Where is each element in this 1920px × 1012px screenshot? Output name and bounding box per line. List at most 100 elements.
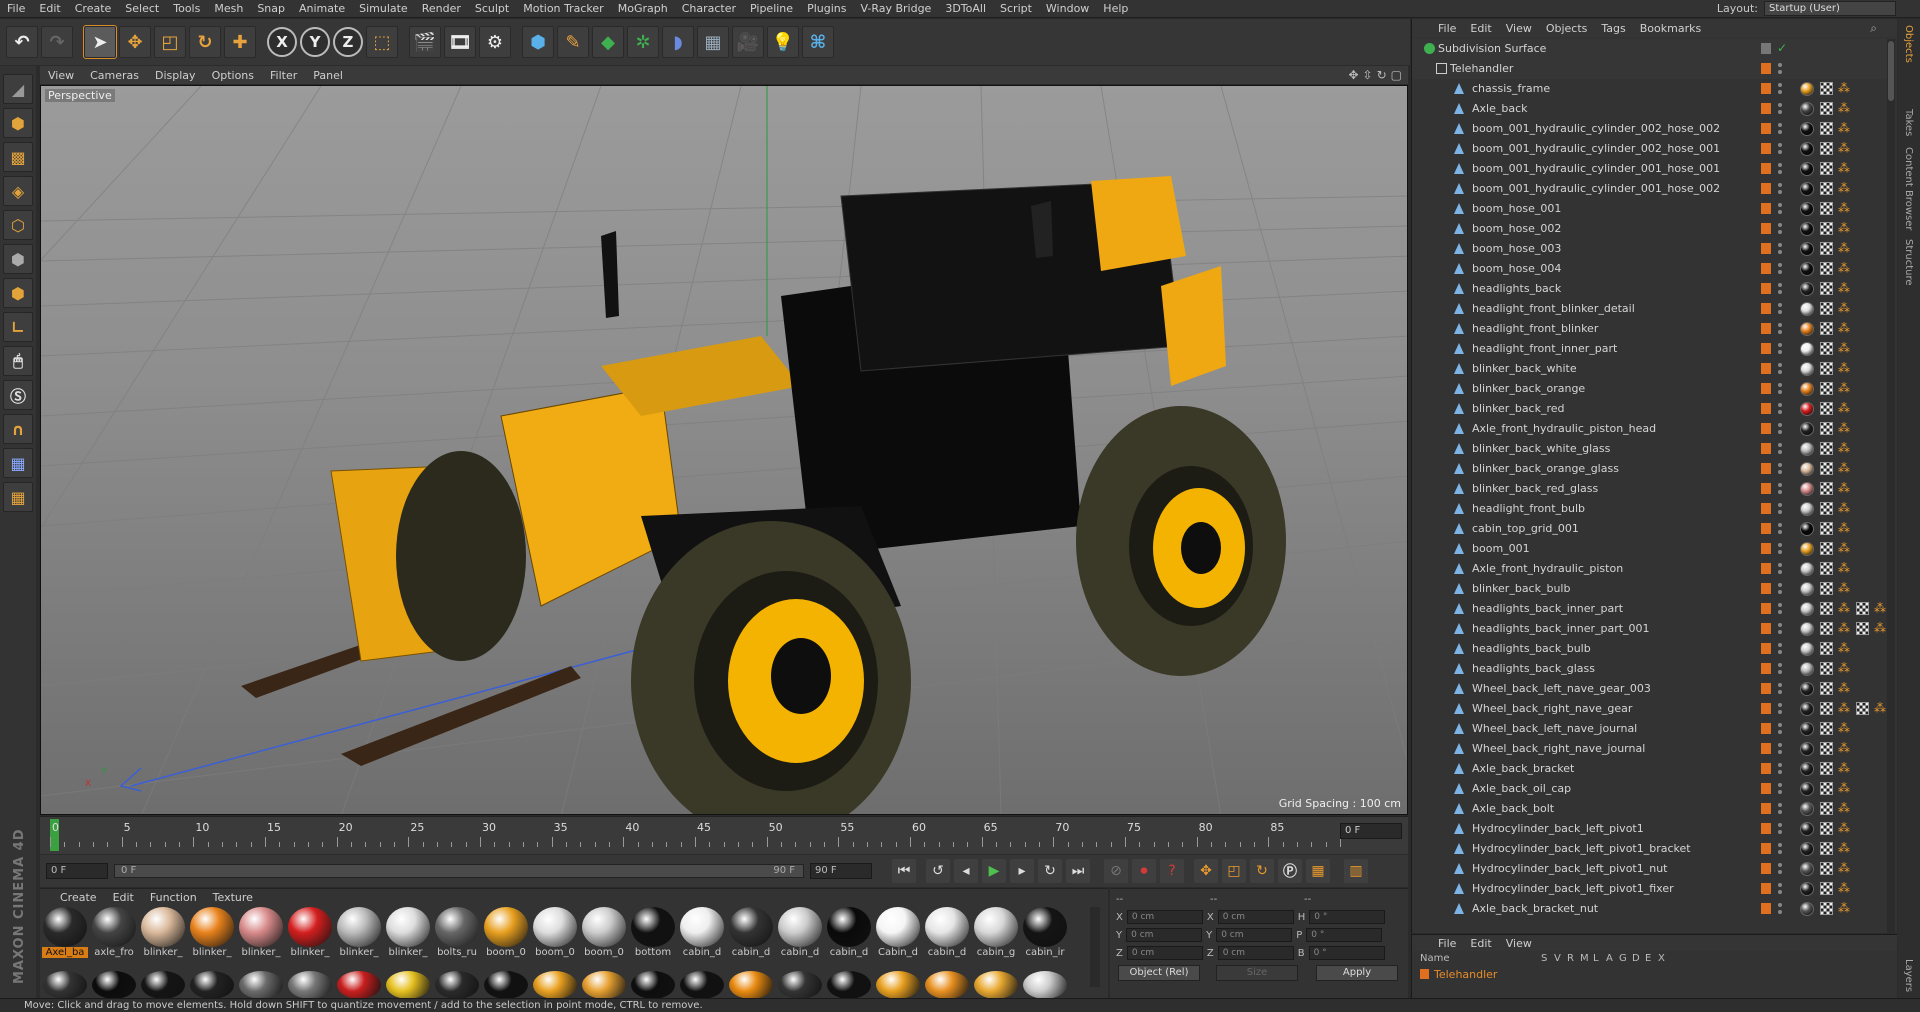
material-swatch[interactable]: boom_0 xyxy=(483,907,529,961)
layer-menu-file[interactable]: File xyxy=(1438,937,1456,950)
phong-tag-icon[interactable]: ⁂ xyxy=(1838,522,1851,535)
object-row[interactable]: Hydrocylinder_back_left_pivot1_fixer ⁂ xyxy=(1412,879,1888,899)
render-view-icon[interactable]: 🎬 xyxy=(409,26,441,58)
layer-swatch[interactable] xyxy=(1761,123,1771,134)
layer-swatch[interactable] xyxy=(1761,63,1771,74)
material-menu-function[interactable]: Function xyxy=(150,891,197,904)
workplane-grid-icon[interactable]: ▦ xyxy=(3,448,33,478)
layer-swatch[interactable] xyxy=(1761,783,1771,794)
layer-swatch[interactable] xyxy=(1761,183,1771,194)
locked-workplane-icon[interactable]: ▦ xyxy=(3,482,33,512)
phong-tag-icon[interactable]: ⁂ xyxy=(1838,542,1851,555)
object-row[interactable]: cabin_top_grid_001 ⁂ xyxy=(1412,519,1888,539)
menu-render[interactable]: Render xyxy=(415,2,468,15)
record-icon[interactable]: ⏺ xyxy=(1132,859,1156,883)
uvw-tag-icon[interactable] xyxy=(1820,902,1833,915)
visibility-dots[interactable] xyxy=(1777,301,1783,317)
material-tag-icon[interactable] xyxy=(1800,862,1814,876)
world-coordinate-icon[interactable]: ⬚ xyxy=(366,26,398,58)
layer-row[interactable]: Telehandler xyxy=(1416,968,1892,984)
phong-tag-icon[interactable]: ⁂ xyxy=(1838,102,1851,115)
object-menu-edit[interactable]: Edit xyxy=(1470,22,1491,35)
object-row-subdivision-surface[interactable]: Subdivision Surface ✓ xyxy=(1412,39,1888,59)
visibility-dots[interactable] xyxy=(1777,161,1783,177)
axis-mode-icon[interactable]: ∟ xyxy=(3,312,33,342)
uvw-tag-icon[interactable] xyxy=(1820,882,1833,895)
object-row[interactable]: headlight_front_bulb ⁂ xyxy=(1412,499,1888,519)
layer-swatch[interactable] xyxy=(1761,263,1771,274)
layer-swatch[interactable] xyxy=(1761,283,1771,294)
material-menu-edit[interactable]: Edit xyxy=(113,891,134,904)
deformer-icon[interactable]: ◗ xyxy=(662,26,694,58)
object-row[interactable]: headlights_back_bulb ⁂ xyxy=(1412,639,1888,659)
visibility-dots[interactable] xyxy=(1777,141,1783,157)
object-row[interactable]: blinker_back_white ⁂ xyxy=(1412,359,1888,379)
material-scrollbar[interactable] xyxy=(1090,907,1100,987)
visibility-dots[interactable] xyxy=(1777,601,1783,617)
object-row[interactable]: blinker_back_bulb ⁂ xyxy=(1412,579,1888,599)
visibility-dots[interactable] xyxy=(1777,541,1783,557)
coord-rotation-field[interactable]: 0 ° xyxy=(1308,946,1385,960)
coord-position-field[interactable]: 0 cm xyxy=(1126,910,1203,924)
visibility-dots[interactable] xyxy=(1777,261,1783,277)
phong-tag-icon[interactable]: ⁂ xyxy=(1838,822,1851,835)
menu-3dtoall[interactable]: 3DToAll xyxy=(938,2,993,15)
phong-tag-icon[interactable]: ⁂ xyxy=(1838,882,1851,895)
menu-animate[interactable]: Animate xyxy=(292,2,352,15)
object-row[interactable]: headlights_back ⁂ xyxy=(1412,279,1888,299)
layer-swatch[interactable] xyxy=(1761,483,1771,494)
viewport-menu-view[interactable]: View xyxy=(40,69,82,82)
viewport-menu-panel[interactable]: Panel xyxy=(305,69,351,82)
object-row[interactable]: Wheel_back_right_nave_gear ⁂ ⁂ xyxy=(1412,699,1888,719)
viewport-menu-display[interactable]: Display xyxy=(147,69,204,82)
menu-select[interactable]: Select xyxy=(118,2,166,15)
layer-swatch[interactable] xyxy=(1761,363,1771,374)
object-row[interactable]: Axle_back_bracket ⁂ xyxy=(1412,759,1888,779)
menu-tools[interactable]: Tools xyxy=(166,2,207,15)
layer-swatch[interactable] xyxy=(1761,203,1771,214)
phong-tag-icon[interactable]: ⁂ xyxy=(1838,562,1851,575)
layer-swatch[interactable] xyxy=(1761,903,1771,914)
layer-swatch[interactable] xyxy=(1761,643,1771,654)
object-row[interactable]: Axle_back_bracket_nut ⁂ xyxy=(1412,899,1888,919)
material-swatch[interactable]: blinker_ xyxy=(140,907,186,961)
layer-swatch[interactable] xyxy=(1761,703,1771,714)
key-position-icon[interactable]: ✥ xyxy=(1194,859,1218,883)
object-row[interactable]: headlights_back_inner_part_001 ⁂ ⁂ xyxy=(1412,619,1888,639)
phong-tag-icon[interactable]: ⁂ xyxy=(1838,282,1851,295)
uvw-tag-icon[interactable] xyxy=(1856,702,1869,715)
visibility-dots[interactable] xyxy=(1777,841,1783,857)
uvw-tag-icon[interactable] xyxy=(1820,242,1833,255)
uvw-tag-icon[interactable] xyxy=(1820,742,1833,755)
viewport-menu-filter[interactable]: Filter xyxy=(262,69,305,82)
timeline-window-icon[interactable]: ▥ xyxy=(1344,859,1368,883)
play-icon[interactable]: ▶ xyxy=(982,859,1006,883)
uvw-tag-icon[interactable] xyxy=(1820,182,1833,195)
menu-mograph[interactable]: MoGraph xyxy=(611,2,675,15)
material-swatch[interactable]: Cabin_d xyxy=(875,907,921,961)
visibility-dots[interactable] xyxy=(1777,361,1783,377)
layer-swatch[interactable] xyxy=(1761,563,1771,574)
material-swatch[interactable]: Axel_ba xyxy=(42,907,88,961)
layer-swatch[interactable] xyxy=(1761,843,1771,854)
phong-tag-icon[interactable]: ⁂ xyxy=(1838,482,1851,495)
phong-tag-icon[interactable]: ⁂ xyxy=(1838,782,1851,795)
visibility-dots[interactable] xyxy=(1777,521,1783,537)
render-settings-icon[interactable]: ⚙ xyxy=(479,26,511,58)
layer-swatch[interactable] xyxy=(1761,163,1771,174)
material-tag-icon[interactable] xyxy=(1800,642,1814,656)
visibility-dots[interactable] xyxy=(1777,281,1783,297)
timeline-ruler[interactable]: 051015202530354045505560657075808590 0 F xyxy=(40,816,1408,854)
menu-snap[interactable]: Snap xyxy=(250,2,292,15)
key-rotation-icon[interactable]: ↻ xyxy=(1250,859,1274,883)
menu-v-ray-bridge[interactable]: V-Ray Bridge xyxy=(853,2,938,15)
layer-swatch[interactable] xyxy=(1761,423,1771,434)
layer-swatch[interactable] xyxy=(1761,863,1771,874)
uvw-tag-icon[interactable] xyxy=(1820,842,1833,855)
uvw-tag-icon[interactable] xyxy=(1820,102,1833,115)
material-swatch[interactable]: blinker_ xyxy=(336,907,382,961)
menu-plugins[interactable]: Plugins xyxy=(800,2,853,15)
camera-icon[interactable]: 🎥 xyxy=(732,26,764,58)
visibility-dots[interactable] xyxy=(1777,441,1783,457)
make-editable-icon[interactable]: ◢ xyxy=(3,74,33,104)
